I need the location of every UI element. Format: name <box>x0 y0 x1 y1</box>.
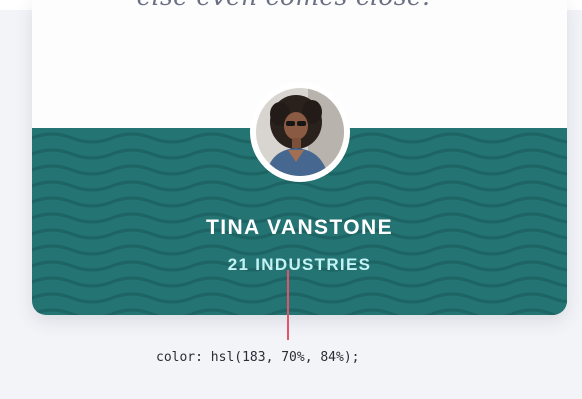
annotation-pointer-line <box>287 270 289 340</box>
avatar-photo <box>256 88 344 176</box>
closing-quote-mark: ”” <box>436 0 462 11</box>
testimonial-card: else even comes close. ”” <box>32 0 567 315</box>
testimonial-quote: else even comes close. ”” <box>32 0 567 11</box>
avatar-frame <box>250 82 350 182</box>
quote-text: else even comes close. <box>137 0 431 11</box>
author-company: 21 INDUSTRIES <box>227 255 372 274</box>
author-name: TINA VANSTONE <box>206 216 393 239</box>
css-annotation-label: color: hsl(183, 70%, 84%); <box>156 350 360 365</box>
avatar <box>256 88 344 176</box>
